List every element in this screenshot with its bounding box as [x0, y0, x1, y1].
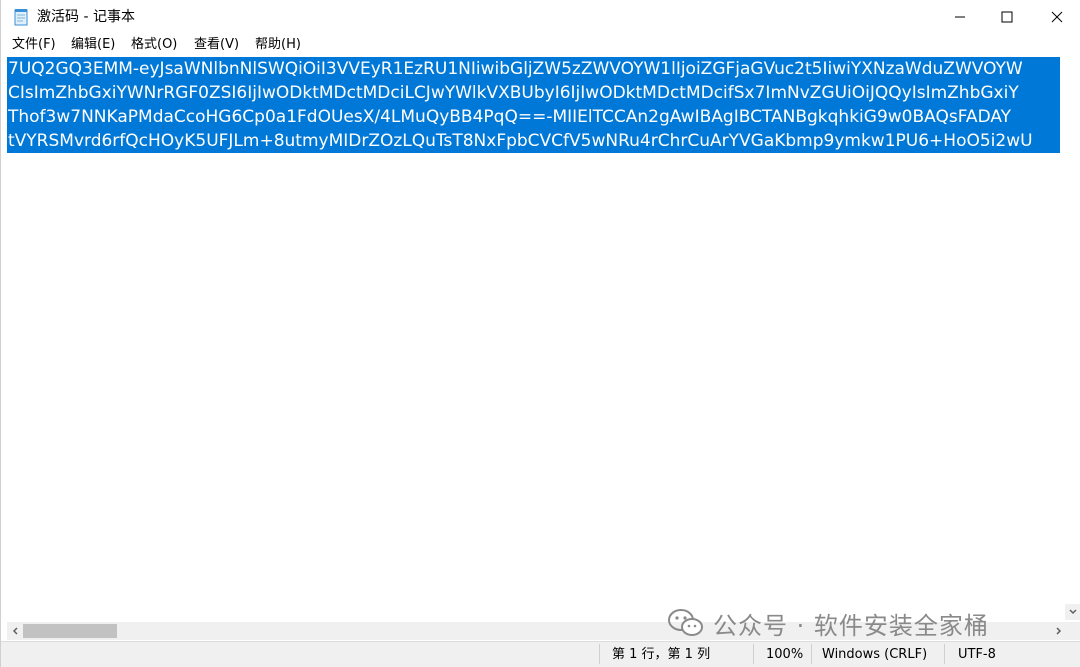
scrollbar-thumb[interactable] — [23, 624, 117, 638]
encoding: UTF-8 — [958, 647, 996, 662]
scroll-left-arrow[interactable] — [7, 622, 23, 640]
minimize-button[interactable] — [936, 0, 984, 34]
zoom-level: 100% — [766, 647, 804, 662]
minimize-icon — [955, 16, 965, 18]
chevron-left-icon — [12, 627, 18, 635]
menu-edit[interactable]: 编辑(E) — [71, 37, 115, 53]
menu-view[interactable]: 查看(V) — [194, 37, 239, 53]
status-divider — [599, 644, 600, 664]
scrollbar-corner — [1067, 622, 1080, 640]
notepad-window: 激活码 - 记事本 文件(F) 编辑(E) 格式(O) 查看(V) 帮助(H) … — [0, 0, 1080, 667]
chevron-right-icon — [1056, 627, 1062, 635]
chevron-down-icon — [1069, 609, 1077, 615]
maximize-button[interactable] — [983, 0, 1031, 34]
maximize-icon — [1001, 11, 1013, 23]
cursor-position: 第 1 行，第 1 列 — [612, 647, 711, 662]
menu-bar: 文件(F) 编辑(E) 格式(O) 查看(V) 帮助(H) — [1, 34, 1080, 56]
text-editor[interactable]: 7UQ2GQ3EMM-eyJsaWNlbnNlSWQiOiI3VVEyR1EzR… — [7, 57, 1080, 622]
text-line[interactable]: tVYRSMvrd6rfQcHOyK5UFJLm+8utmyMIDrZOzLQu… — [7, 129, 1060, 153]
status-divider — [753, 644, 754, 664]
menu-file[interactable]: 文件(F) — [12, 37, 56, 53]
line-ending: Windows (CRLF) — [822, 647, 928, 662]
menu-help[interactable]: 帮助(H) — [255, 37, 301, 53]
watermark: 公众号 · 软件安装全家桶 — [667, 606, 989, 640]
title-bar[interactable]: 激活码 - 记事本 — [1, 0, 1080, 34]
close-button[interactable] — [1033, 0, 1080, 34]
status-bar: 第 1 行，第 1 列 100% Windows (CRLF) UTF-8 — [1, 641, 1080, 667]
text-line[interactable]: 7UQ2GQ3EMM-eyJsaWNlbnNlSWQiOiI3VVEyR1EzR… — [7, 57, 1060, 81]
watermark-text: 公众号 · 软件安装全家桶 — [713, 611, 989, 640]
status-divider — [811, 644, 812, 664]
text-line[interactable]: Thof3w7NNKaPMdaCcoHG6Cp0a1FdOUesX/4LMuQy… — [7, 105, 1060, 129]
notepad-icon — [13, 8, 29, 26]
text-line[interactable]: CIsImZhbGxiYWNrRGF0ZSI6IjIwODktMDctMDciL… — [7, 81, 1060, 105]
vertical-scroll-down-arrow[interactable] — [1065, 604, 1080, 620]
status-divider — [944, 644, 945, 664]
menu-format[interactable]: 格式(O) — [131, 37, 177, 53]
window-title: 激活码 - 记事本 — [37, 9, 135, 25]
close-icon — [1051, 11, 1063, 23]
scroll-right-arrow[interactable] — [1051, 622, 1067, 640]
wechat-logo-icon — [668, 609, 703, 636]
